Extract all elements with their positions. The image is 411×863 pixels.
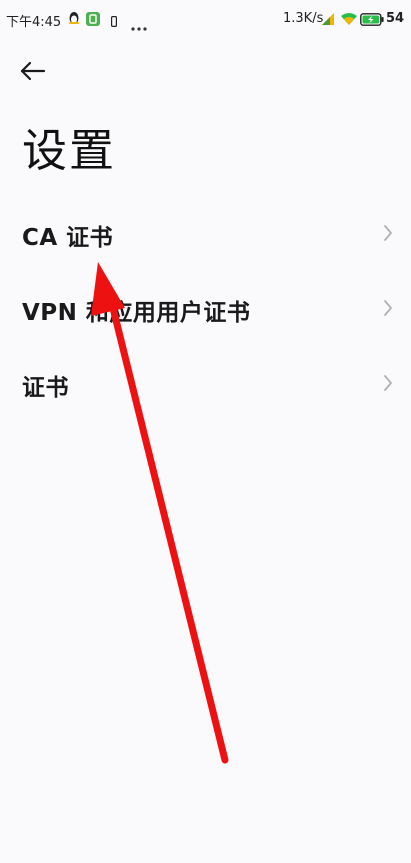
wifi-icon — [340, 11, 358, 30]
app-notification-icon — [86, 11, 100, 30]
battery-icon — [360, 11, 384, 30]
more-notifications-icon — [131, 16, 147, 35]
settings-list: CA 证书 VPN 和应用用户证书 证书 — [0, 198, 411, 423]
settings-item-vpn-app-certificate[interactable]: VPN 和应用用户证书 — [0, 273, 411, 348]
sim-icon — [111, 12, 118, 31]
settings-item-certificate[interactable]: 证书 — [0, 348, 411, 423]
battery-percent: 54 — [386, 11, 405, 26]
chevron-right-icon — [384, 300, 392, 316]
chevron-right-icon — [384, 225, 392, 241]
page-title: 设置 — [22, 124, 117, 177]
item-label: CA 证书 — [22, 225, 114, 251]
settings-item-ca-certificate[interactable]: CA 证书 — [0, 198, 411, 273]
item-label: 证书 — [22, 375, 69, 401]
signal-icon — [321, 11, 335, 30]
item-label: VPN 和应用用户证书 — [22, 300, 251, 326]
status-bar: 下午4:45 1.3K/s 54 — [0, 0, 411, 40]
network-speed: 1.3K/s — [283, 11, 324, 26]
chevron-right-icon — [384, 375, 392, 391]
back-arrow-icon — [20, 61, 46, 81]
back-button[interactable] — [18, 58, 48, 84]
status-time: 下午4:45 — [6, 15, 62, 30]
qq-icon — [68, 10, 80, 29]
